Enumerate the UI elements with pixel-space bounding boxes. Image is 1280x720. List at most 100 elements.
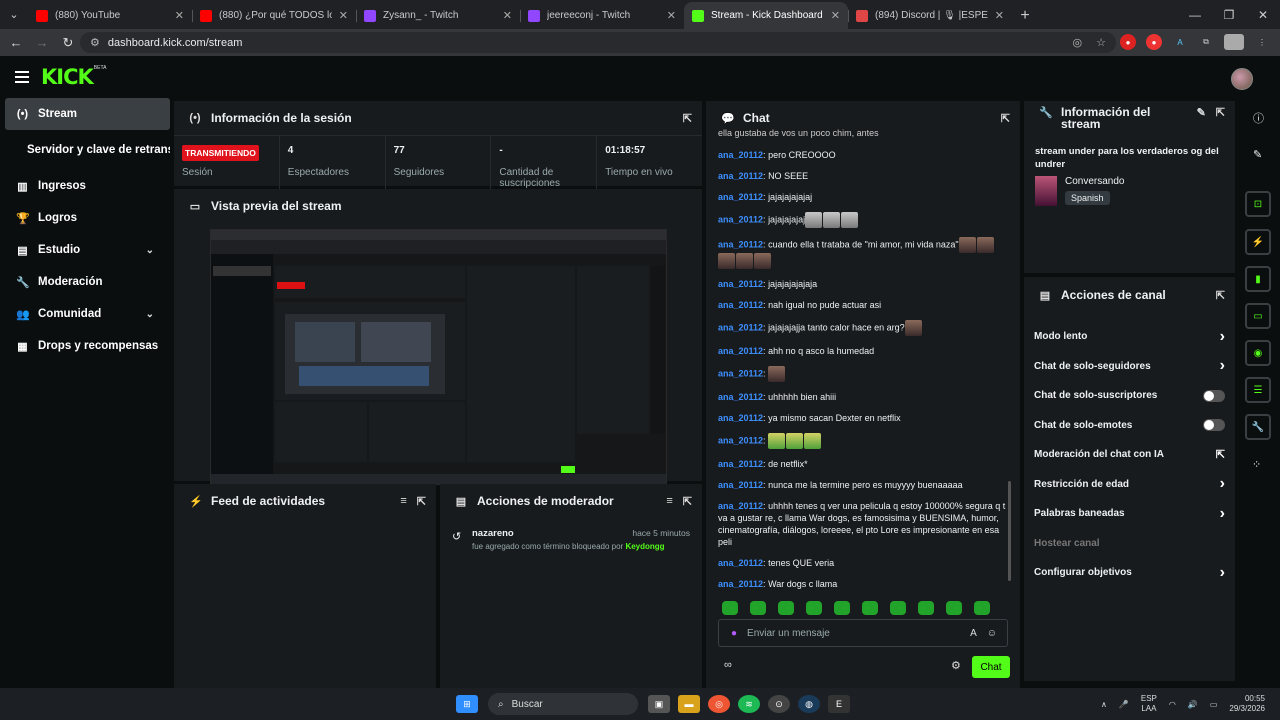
emote-icon[interactable] — [778, 601, 794, 615]
chevron-right-icon[interactable]: › — [1220, 475, 1225, 493]
maximize-button[interactable]: ❐ — [1212, 8, 1246, 22]
category-thumbnail[interactable] — [1035, 176, 1057, 206]
dots-icon[interactable]: ⁘ — [1252, 458, 1261, 471]
browser-tab[interactable]: (894) Discord | 🎙 |ESPERA 1 |... ✕ — [848, 2, 1012, 29]
user-avatar[interactable] — [1231, 68, 1253, 90]
extension-red-icon[interactable]: ● — [1120, 34, 1136, 50]
chat-username[interactable]: ana_20112 — [718, 300, 763, 310]
tray-chevron-icon[interactable]: ∧ — [1101, 700, 1107, 709]
forward-button[interactable]: → — [29, 35, 55, 50]
tab-search-button[interactable]: ⌄ — [0, 0, 28, 29]
chevron-right-icon[interactable]: › — [1220, 505, 1225, 523]
sidebar-item[interactable]: (•) Stream — [5, 98, 170, 130]
minimize-button[interactable]: — — [1178, 8, 1212, 22]
battery-icon[interactable]: ▭ — [1210, 700, 1218, 709]
emote-icon[interactable] — [918, 601, 934, 615]
sidebar-item[interactable]: 🔧 Moderación — [0, 266, 170, 298]
popout-icon[interactable]: ⇱ — [1216, 106, 1225, 119]
category-name[interactable]: Conversando — [1065, 176, 1124, 187]
info-icon[interactable]: ⓘ — [1253, 110, 1264, 126]
channel-action-row[interactable]: Moderación del chat con IA ⇱ — [1024, 440, 1235, 470]
windows-start-icon[interactable]: ⊞ — [456, 695, 478, 713]
sidebar-item[interactable]: ▤ Estudio ⌄ — [0, 234, 170, 266]
eye-off-icon[interactable]: ◎ — [1073, 36, 1083, 49]
channel-action-row[interactable]: Chat de solo-suscriptores — [1024, 381, 1235, 411]
toggle-switch[interactable] — [1203, 389, 1225, 402]
chevron-down-icon[interactable]: ⌄ — [146, 245, 154, 256]
chevron-right-icon[interactable]: › — [1220, 564, 1225, 582]
task-view-icon[interactable]: ▣ — [648, 695, 670, 713]
chat-scrollbar[interactable] — [1008, 481, 1011, 581]
file-explorer-icon[interactable]: ▬ — [678, 695, 700, 713]
filter-icon[interactable]: ≡ — [666, 495, 672, 507]
chat-username[interactable]: ana_20112 — [718, 368, 763, 378]
close-window-button[interactable]: ✕ — [1246, 8, 1280, 22]
browser-tab[interactable]: Stream - Kick Dashboard ✕ — [684, 2, 848, 29]
popout-icon[interactable]: ⇱ — [1216, 289, 1225, 302]
emote-icon[interactable] — [834, 601, 850, 615]
sidebar-item[interactable]: 👥 Comunidad ⌄ — [0, 298, 170, 330]
toggle-switch[interactable] — [1203, 419, 1225, 432]
close-tab-icon[interactable]: ✕ — [667, 9, 676, 22]
close-tab-icon[interactable]: ✕ — [175, 9, 184, 22]
external-link-icon[interactable]: ⇱ — [1216, 448, 1225, 461]
channel-action-row[interactable]: Palabras baneadas › — [1024, 499, 1235, 529]
mic-icon[interactable]: ● — [731, 628, 737, 639]
new-tab-button[interactable]: + — [1012, 2, 1038, 29]
chat-username[interactable]: ana_20112 — [718, 480, 763, 490]
chat-username[interactable]: ana_20112 — [718, 459, 763, 469]
broadcast-button[interactable]: ◉ — [1245, 340, 1271, 366]
channel-action-row[interactable]: Restricción de edad › — [1024, 470, 1235, 500]
extension-translate-icon[interactable]: A — [1172, 34, 1188, 50]
chrome-icon[interactable]: ◎ — [708, 695, 730, 713]
chat-username[interactable]: ana_20112 — [718, 322, 763, 332]
url-omnibox[interactable]: ⚙ dashboard.kick.com/stream ◎ ☆ — [80, 32, 1116, 53]
popout-icon[interactable]: ⇱ — [417, 495, 426, 508]
reload-button[interactable]: ↻ — [55, 35, 81, 51]
sidebar-item[interactable]: Servidor y clave de retransmisión — [0, 130, 170, 170]
stream-preview-video[interactable] — [210, 229, 667, 485]
notes-button[interactable]: ▮ — [1245, 266, 1271, 292]
wrench-button[interactable]: 🔧 — [1245, 414, 1271, 440]
epic-games-icon[interactable]: E — [828, 695, 850, 713]
chat-username[interactable]: ana_20112 — [718, 279, 763, 289]
layout-button[interactable]: ☰ — [1245, 377, 1271, 403]
chevron-right-icon[interactable]: › — [1220, 357, 1225, 375]
browser-menu-icon[interactable]: ⋮ — [1254, 34, 1270, 50]
emote-icon[interactable] — [862, 601, 878, 615]
popout-icon[interactable]: ⇱ — [1001, 112, 1010, 125]
chat-username[interactable]: ana_20112 — [718, 171, 763, 181]
browser-tab[interactable]: (880) ¿Por qué TODOS los ARTI... ✕ — [192, 2, 356, 29]
popout-icon[interactable]: ⇱ — [683, 112, 692, 125]
emote-icon[interactable] — [750, 601, 766, 615]
popout-icon[interactable]: ⇱ — [683, 495, 692, 508]
chat-username[interactable]: ana_20112 — [718, 214, 763, 224]
emoji-picker-icon[interactable]: ☺ — [987, 628, 997, 639]
channel-action-row[interactable]: Modo lento › — [1024, 322, 1235, 352]
users-infinity-icon[interactable]: ∞ — [724, 659, 732, 671]
emote-icon[interactable] — [806, 601, 822, 615]
browser-tab[interactable]: (880) YouTube ✕ — [28, 2, 192, 29]
browser-tab[interactable]: Zysann_ - Twitch ✕ — [356, 2, 520, 29]
close-tab-icon[interactable]: ✕ — [831, 9, 840, 22]
chat-username[interactable]: ana_20112 — [718, 558, 763, 568]
spotify-icon[interactable]: ≋ — [738, 695, 760, 713]
profile-icon[interactable] — [1224, 34, 1244, 50]
lang-label[interactable]: ESP — [1141, 694, 1157, 703]
chevron-right-icon[interactable]: › — [1220, 328, 1225, 346]
chat-input[interactable]: ● Enviar un mensaje A ☺ — [718, 619, 1008, 647]
site-info-icon[interactable]: ⚙ — [90, 36, 100, 49]
chat-username[interactable]: ana_20112 — [718, 435, 763, 445]
app-icon[interactable]: ⊙ — [768, 695, 790, 713]
kick-logo[interactable]: KICK BETA — [41, 65, 106, 89]
steam-icon[interactable]: ◍ — [798, 695, 820, 713]
hamburger-menu-icon[interactable] — [15, 71, 29, 83]
clip-button[interactable]: ⊡ — [1245, 191, 1271, 217]
browser-tab[interactable]: jeereeconj - Twitch ✕ — [520, 2, 684, 29]
wifi-icon[interactable]: ◠ — [1169, 700, 1176, 709]
chat-button[interactable]: ▭ — [1245, 303, 1271, 329]
emote-icon[interactable] — [946, 601, 962, 615]
extension-record-icon[interactable]: ● — [1146, 34, 1162, 50]
channel-action-row[interactable]: Chat de solo-seguidores › — [1024, 352, 1235, 382]
volume-icon[interactable]: 🔊 — [1188, 700, 1198, 709]
